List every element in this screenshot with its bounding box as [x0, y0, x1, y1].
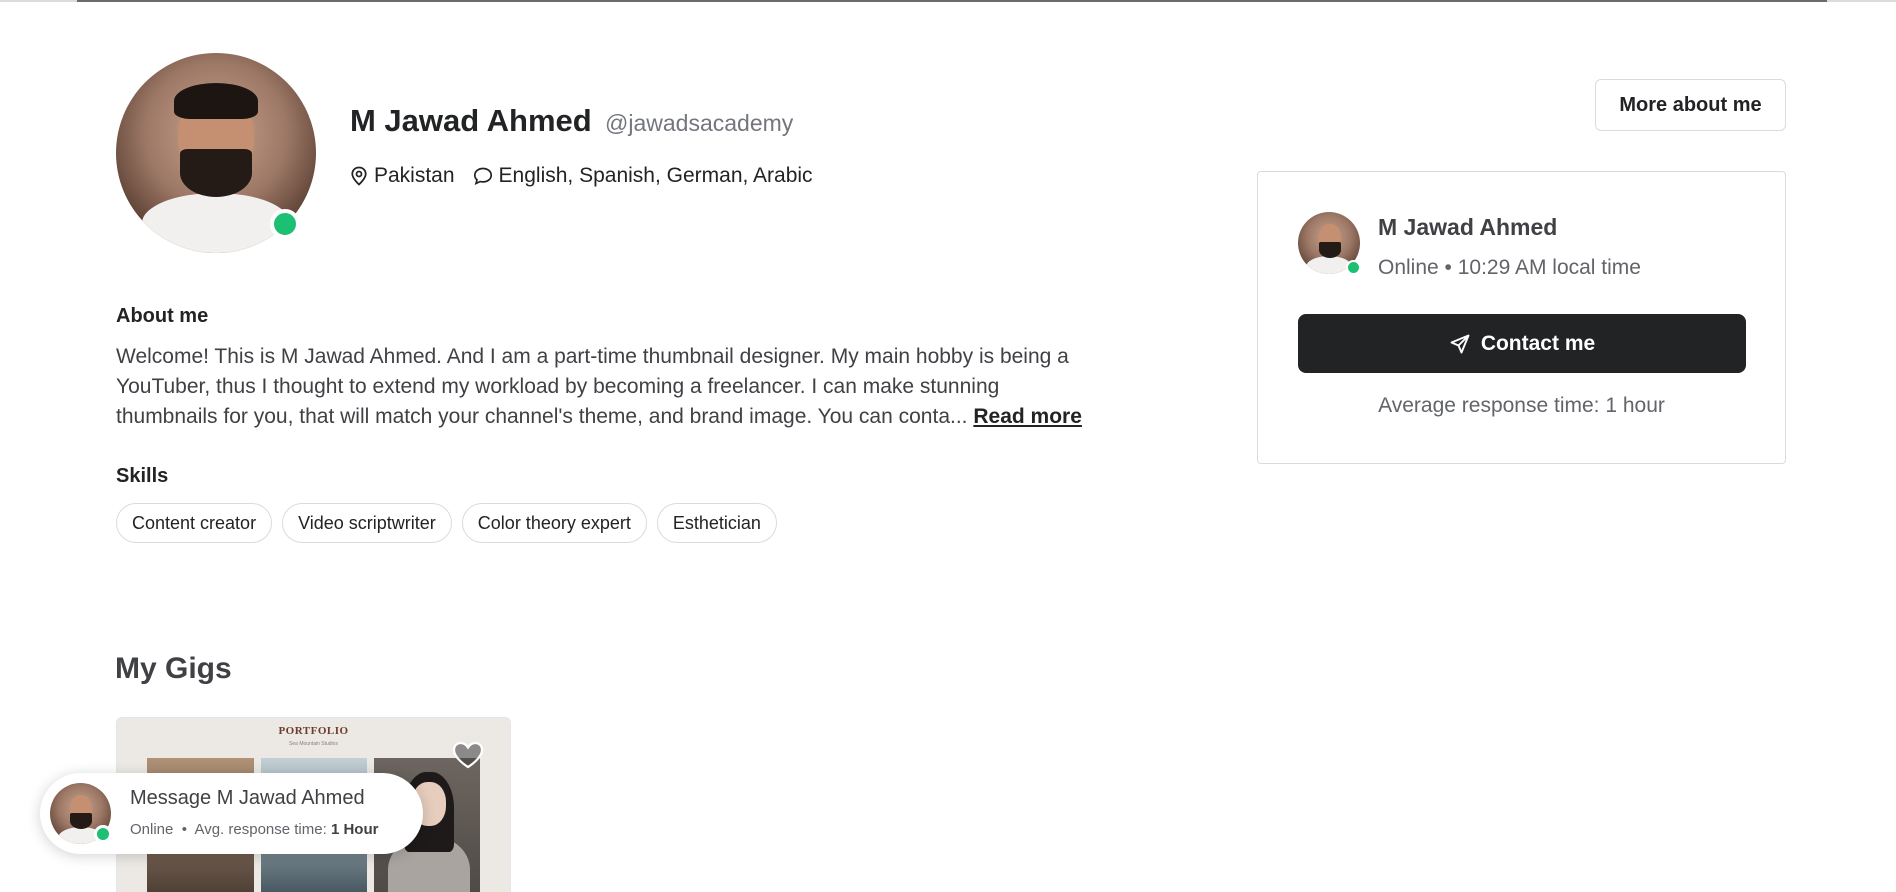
profile-handle: @jawadsacademy [605, 110, 794, 136]
skill-chip[interactable]: Esthetician [656, 503, 777, 543]
contact-card: M Jawad Ahmed Online • 10:29 AM local ti… [1257, 171, 1786, 464]
message-seller-bubble[interactable]: Message M Jawad Ahmed Online • Avg. resp… [40, 773, 423, 854]
read-more-link[interactable]: Read more [973, 405, 1082, 428]
more-about-me-button[interactable]: More about me [1595, 79, 1786, 131]
about-text: Welcome! This is M Jawad Ahmed. And I am… [116, 345, 1069, 428]
profile-name: M Jawad Ahmed [350, 103, 592, 138]
message-response-label: Avg. response time: [194, 821, 327, 838]
skills-list: Content creator Video scriptwriter Color… [116, 503, 787, 543]
contact-me-label: Contact me [1480, 331, 1596, 355]
skill-chip[interactable]: Video scriptwriter [282, 503, 452, 543]
skill-chip[interactable]: Content creator [116, 503, 273, 543]
paper-plane-icon [1450, 334, 1470, 353]
map-pin-icon [351, 166, 367, 186]
message-title: Message M Jawad Ahmed [130, 787, 365, 809]
online-status-indicator [1346, 260, 1361, 275]
online-status-indicator [270, 209, 300, 239]
message-separator: • [181, 821, 187, 838]
profile-meta: Pakistan English, Spanish, German, Arabi… [350, 164, 831, 188]
about-title: About me [116, 305, 209, 327]
languages-info: English, Spanish, German, Arabic [473, 164, 813, 188]
skills-title: Skills [116, 465, 169, 487]
skill-chip[interactable]: Color theory expert [461, 503, 647, 543]
heart-icon[interactable] [451, 740, 485, 770]
gig-card-title: PORTFOLIO [278, 725, 349, 737]
message-status: Online • Avg. response time: 1 Hour [130, 821, 378, 838]
online-status-indicator [94, 825, 112, 843]
location-info: Pakistan [350, 164, 455, 188]
average-response-time: Average response time: 1 hour [1378, 394, 1665, 417]
chat-bubble-icon [473, 167, 492, 186]
gigs-title: My Gigs [115, 652, 232, 685]
contact-name: M Jawad Ahmed [1378, 214, 1558, 240]
languages-text: English, Spanish, German, Arabic [498, 164, 813, 187]
contact-status: Online • 10:29 AM local time [1378, 256, 1641, 279]
top-divider [0, 0, 1896, 2]
location-text: Pakistan [374, 164, 455, 187]
about-description: Welcome! This is M Jawad Ahmed. And I am… [116, 342, 1106, 432]
message-response-value: 1 Hour [330, 821, 379, 838]
message-online: Online [130, 821, 174, 838]
contact-me-button[interactable]: Contact me [1298, 314, 1746, 373]
